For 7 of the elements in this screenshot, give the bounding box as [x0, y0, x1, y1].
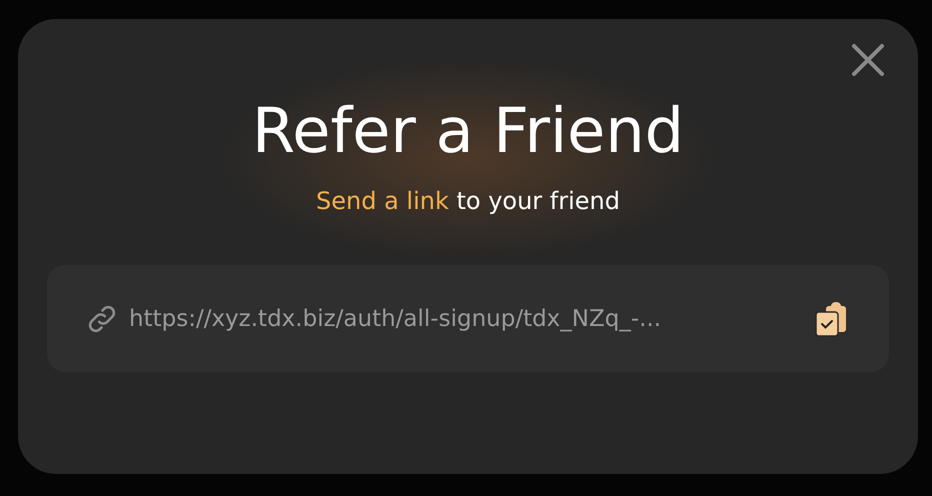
- dialog-title: Refer a Friend: [252, 97, 684, 166]
- dialog-subtitle: Send a link to your friend: [316, 187, 620, 216]
- close-button[interactable]: [851, 43, 885, 77]
- close-icon: [851, 43, 885, 77]
- referral-link-field[interactable]: https://xyz.tdx.biz/auth/all-signup/tdx_NZq_-...: [47, 265, 889, 372]
- send-link[interactable]: Send a link: [316, 187, 449, 216]
- referral-link: https://xyz.tdx.biz/auth/all-signup/tdx_NZq_-...: [129, 306, 662, 332]
